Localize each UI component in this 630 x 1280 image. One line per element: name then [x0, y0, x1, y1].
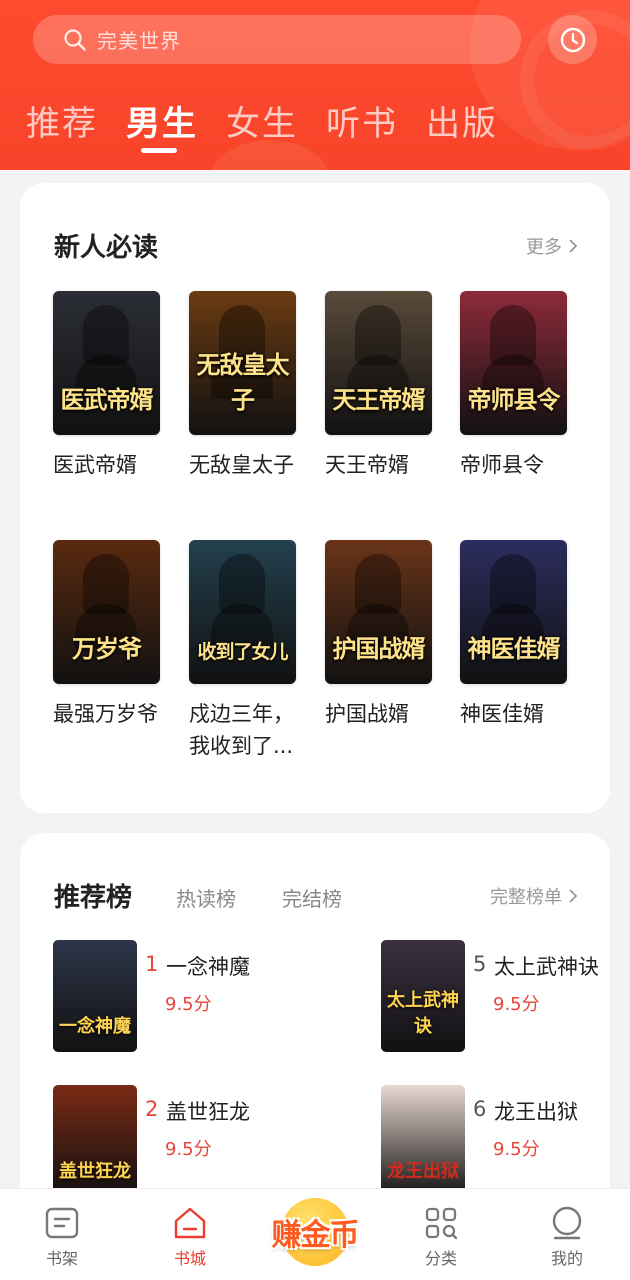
active-tab-indicator — [141, 148, 177, 153]
cover-title: 帝师县令 — [467, 385, 561, 414]
book-cover: 收到了女儿 — [189, 540, 296, 684]
bookstore-icon — [174, 1207, 206, 1239]
cover-title: 护国战婿 — [332, 634, 426, 663]
cover-title: 一念神魔 — [59, 1016, 131, 1037]
nav-bookstore[interactable]: 书城 — [150, 1205, 230, 1269]
cover-title: 天王帝婿 — [332, 385, 426, 414]
book-title: 一念神魔 — [166, 955, 250, 979]
profile-icon — [552, 1206, 582, 1240]
cover-title: 太上武神诀 — [387, 990, 459, 1037]
book-item[interactable]: 医武帝婿 医武帝婿 — [53, 291, 163, 481]
clock-icon — [560, 27, 585, 52]
rank-item[interactable]: 一念神魔 1 一念神魔 9.5分 — [53, 940, 313, 1055]
book-cover: 万岁爷 — [53, 540, 160, 684]
cover-title: 龙王出狱 — [387, 1161, 459, 1182]
cover-title: 收到了女儿 — [197, 641, 288, 663]
rank-number: 1 — [145, 952, 159, 976]
book-title: 盖世狂龙 — [166, 1100, 250, 1124]
search-placeholder: 完美世界 — [97, 29, 181, 53]
header-bar: 完美世界 推荐 男生 女生 听书 出版 — [0, 0, 630, 170]
tab-hot-reads[interactable]: 热读榜 — [176, 883, 236, 912]
rank-item[interactable]: 龙王出狱 6 龙王出狱 9.5分 — [381, 1085, 630, 1200]
book-score: 9.5分 — [493, 1139, 540, 1160]
nav-label: 书架 — [45, 1249, 78, 1268]
book-item[interactable]: 护国战婿 护国战婿 — [325, 540, 435, 730]
book-item[interactable]: 神医佳婿 神医佳婿 — [460, 540, 570, 730]
section-title[interactable]: 推荐榜 — [54, 877, 132, 914]
tab-completed[interactable]: 完结榜 — [282, 883, 342, 912]
more-label: 更多 — [526, 237, 562, 258]
book-title: 护国战婿 — [325, 702, 409, 726]
tab-audiobook[interactable]: 听书 — [326, 96, 398, 145]
book-item[interactable]: 收到了女儿 戍边三年，我收到了... — [189, 540, 299, 762]
book-title: 无敌皇太子 — [189, 453, 294, 477]
rank-number: 6 — [473, 1097, 487, 1121]
book-cover: 龙王出狱 — [381, 1085, 465, 1197]
book-score: 9.5分 — [493, 994, 540, 1015]
book-title: 龙王出狱 — [494, 1100, 578, 1124]
nav-label: 书城 — [173, 1249, 206, 1268]
book-item[interactable]: 天王帝婿 天王帝婿 — [325, 291, 435, 481]
book-title: 最强万岁爷 — [53, 702, 158, 726]
cover-title: 盖世狂龙 — [59, 1161, 131, 1182]
book-cover: 无敌皇太子 — [189, 291, 296, 435]
book-item[interactable]: 无敌皇太子 无敌皇太子 — [189, 291, 299, 481]
chevron-right-icon — [569, 889, 578, 903]
cover-title: 神医佳婿 — [467, 634, 561, 663]
book-title: 天王帝婿 — [325, 453, 409, 477]
tab-publish[interactable]: 出版 — [426, 96, 498, 145]
earn-coins-button[interactable]: 赚金币 — [263, 1196, 367, 1268]
full-list-label: 完整榜单 — [490, 887, 562, 908]
new-reads-section: 新人必读 更多 医武帝婿 医武帝婿 无敌皇太子 无敌皇太子 天王帝婿 天王帝婿 … — [20, 183, 610, 813]
earn-coins-label: 赚金币 — [271, 1218, 360, 1253]
tab-female[interactable]: 女生 — [226, 96, 298, 145]
book-cover: 太上武神诀 — [381, 940, 465, 1052]
history-button[interactable] — [548, 15, 597, 64]
book-title: 帝师县令 — [460, 453, 544, 477]
nav-bookshelf[interactable]: 书架 — [22, 1205, 102, 1269]
book-score: 9.5分 — [165, 994, 212, 1015]
book-item[interactable]: 帝师县令 帝师县令 — [460, 291, 570, 481]
nav-category[interactable]: 分类 — [401, 1205, 481, 1269]
book-cover: 护国战婿 — [325, 540, 432, 684]
cover-title: 无敌皇太子 — [196, 350, 290, 414]
book-cover: 天王帝婿 — [325, 291, 432, 435]
book-cover: 帝师县令 — [460, 291, 567, 435]
rank-number: 5 — [473, 952, 487, 976]
book-cover: 一念神魔 — [53, 940, 137, 1052]
book-score: 9.5分 — [165, 1139, 212, 1160]
tab-recommend[interactable]: 推荐 — [26, 96, 98, 145]
chevron-right-icon — [569, 239, 578, 253]
section-title: 新人必读 — [54, 233, 159, 263]
book-cover: 盖世狂龙 — [53, 1085, 137, 1197]
nav-label: 分类 — [424, 1249, 457, 1268]
cover-title: 万岁爷 — [72, 634, 142, 663]
full-list-link[interactable]: 完整榜单 — [490, 883, 578, 909]
rank-item[interactable]: 盖世狂龙 2 盖世狂龙 9.5分 — [53, 1085, 313, 1200]
rank-number: 2 — [145, 1097, 159, 1121]
search-bar[interactable]: 完美世界 — [33, 15, 521, 64]
nav-label: 我的 — [550, 1249, 583, 1268]
channel-tabs: 推荐 男生 女生 听书 出版 — [0, 96, 630, 156]
cover-title: 医武帝婿 — [60, 385, 154, 414]
more-link[interactable]: 更多 — [526, 233, 578, 259]
category-icon — [425, 1207, 458, 1240]
book-item[interactable]: 万岁爷 最强万岁爷 — [53, 540, 163, 730]
book-title: 太上武神诀 — [494, 955, 599, 979]
rank-item[interactable]: 太上武神诀 5 太上武神诀 9.5分 — [381, 940, 630, 1055]
bookshelf-icon — [45, 1207, 79, 1239]
book-title: 神医佳婿 — [460, 702, 544, 726]
book-title: 医武帝婿 — [53, 453, 137, 477]
book-title: 戍边三年，我收到了... — [189, 702, 294, 758]
tab-male[interactable]: 男生 — [126, 96, 198, 145]
nav-profile[interactable]: 我的 — [527, 1205, 607, 1269]
book-cover: 医武帝婿 — [53, 291, 160, 435]
search-icon — [64, 28, 86, 51]
book-cover: 神医佳婿 — [460, 540, 567, 684]
